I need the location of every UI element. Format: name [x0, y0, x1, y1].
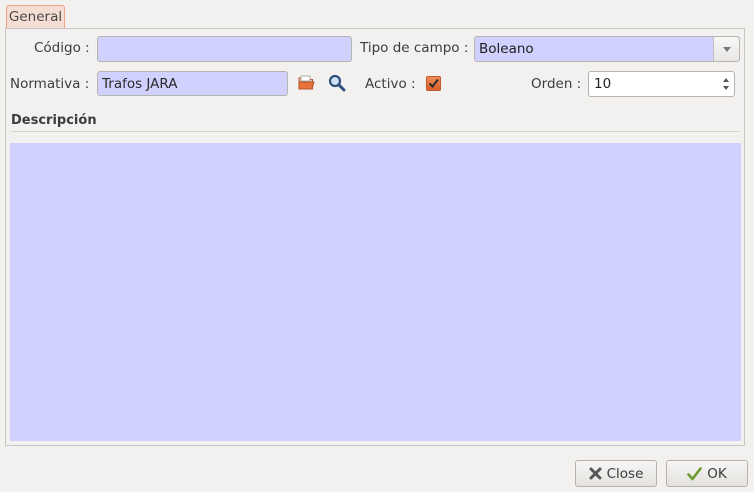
- codigo-label: Código :: [34, 40, 90, 56]
- tab-general[interactable]: General: [6, 5, 65, 28]
- check-icon: [687, 466, 703, 480]
- codigo-input[interactable]: [97, 36, 352, 62]
- orden-spinbox[interactable]: 10: [588, 71, 735, 97]
- ok-label: OK: [707, 465, 727, 482]
- chevron-down-icon[interactable]: [713, 37, 739, 61]
- search-icon[interactable]: [328, 74, 346, 92]
- checkmark-icon: [428, 78, 439, 89]
- close-icon: [589, 467, 602, 480]
- close-button[interactable]: Close: [575, 460, 657, 487]
- tipo-campo-label: Tipo de campo :: [360, 40, 469, 56]
- ok-button[interactable]: OK: [666, 460, 748, 487]
- orden-value: 10: [594, 76, 612, 92]
- descripcion-heading: Descripción: [11, 113, 97, 128]
- activo-label: Activo :: [365, 76, 416, 92]
- arrow-up-icon[interactable]: [723, 78, 729, 82]
- normativa-label: Normativa :: [10, 76, 90, 92]
- orden-label: Orden :: [531, 76, 582, 92]
- tipo-campo-select[interactable]: Boleano: [474, 36, 740, 62]
- normativa-input[interactable]: [97, 71, 288, 96]
- close-label: Close: [606, 465, 644, 482]
- spin-arrows[interactable]: [718, 72, 734, 96]
- activo-checkbox[interactable]: [426, 76, 441, 91]
- section-divider: [11, 131, 740, 132]
- arrow-down-icon[interactable]: [723, 86, 729, 90]
- tipo-campo-value: Boleano: [479, 41, 534, 57]
- descripcion-textarea[interactable]: [10, 143, 741, 441]
- folder-open-icon[interactable]: [297, 74, 315, 92]
- tab-general-label: General: [8, 9, 63, 25]
